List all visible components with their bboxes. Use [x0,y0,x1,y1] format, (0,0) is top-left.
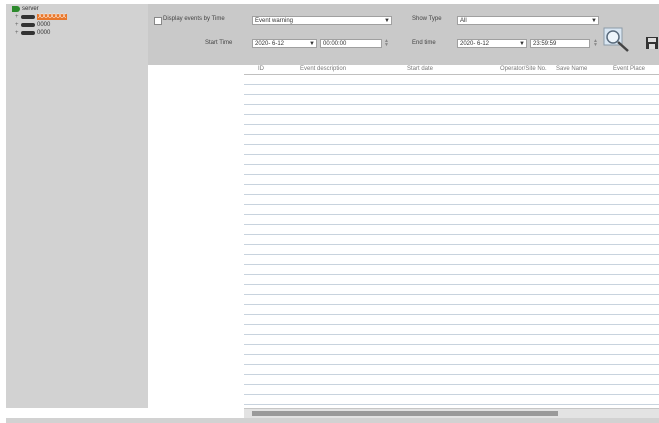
tree-item[interactable]: + XXXXXXX [15,13,68,21]
show-type-value: All [460,18,467,24]
end-time-label: End time [412,40,436,46]
start-clock-value: 00:00:00 [323,41,347,47]
tree-item-label: 0000 [37,22,51,28]
table-row[interactable] [244,314,659,315]
display-by-time-checkbox[interactable] [154,17,162,25]
table-row[interactable] [244,194,659,195]
display-by-time-label: Display events by Time [163,16,225,22]
end-clock-input[interactable]: 23:59:59 [530,39,590,48]
table-row[interactable] [244,264,659,265]
table-row[interactable] [244,254,659,255]
table-row[interactable] [244,134,659,135]
column-header[interactable]: Operator/Site No. [500,66,547,72]
chevron-down-icon[interactable]: ▼ [309,40,315,47]
table-row[interactable] [244,294,659,295]
tree-root[interactable]: server [12,5,39,13]
table-row[interactable] [244,94,659,95]
table-row[interactable] [244,334,659,335]
table-row[interactable] [244,124,659,125]
table-row[interactable] [244,174,659,175]
table-row[interactable] [244,354,659,355]
column-header[interactable]: Event Place [613,66,645,72]
table-row[interactable] [244,344,659,345]
column-header[interactable]: Event description [300,66,346,72]
tree-root-label: server [22,6,39,12]
table-row[interactable] [244,404,659,405]
table-row[interactable] [244,184,659,185]
save-icon[interactable] [645,36,659,50]
tree-item-label: XXXXXXX [37,14,68,20]
table-row[interactable] [244,104,659,105]
event-type-select[interactable]: Event warning ▼ [252,16,392,25]
start-clock-input[interactable]: 00:00:00 [320,39,382,48]
table-row[interactable] [244,144,659,145]
table-row[interactable] [244,394,659,395]
column-header[interactable]: Save Name [556,66,587,72]
chevron-down-icon[interactable]: ▼ [519,40,525,47]
column-header[interactable]: ID [258,66,264,72]
table-row[interactable] [244,364,659,365]
server-icon [12,6,20,12]
event-grid[interactable]: ID Event description Start date Operator… [244,65,659,418]
preview-panel [150,65,243,418]
table-row[interactable] [244,284,659,285]
show-type-label: Show Type [412,16,442,22]
end-clock-spinner[interactable]: ▲ ▼ [592,39,599,48]
end-date-input[interactable]: 2020- 6-12 ▼ [457,39,527,48]
table-row[interactable] [244,154,659,155]
start-time-label: Start Time [205,40,233,46]
device-icon [21,31,35,35]
device-icon [21,15,35,19]
device-tree[interactable] [6,4,148,408]
grid-header: ID Event description Start date Operator… [244,65,659,75]
show-type-select[interactable]: All ▼ [457,16,599,25]
table-row[interactable] [244,84,659,85]
device-icon [21,23,35,27]
status-bar [6,418,659,423]
scrollbar-thumb[interactable] [252,411,558,416]
table-row[interactable] [244,114,659,115]
end-date-value: 2020- 6-12 [460,41,490,47]
search-icon[interactable] [603,27,631,53]
table-row[interactable] [244,214,659,215]
tree-item[interactable]: + 0000 [15,29,50,37]
start-date-value: 2020- 6-12 [255,41,285,47]
table-row[interactable] [244,304,659,305]
chevron-down-icon[interactable]: ▼ [591,17,597,24]
start-clock-spinner[interactable]: ▲ ▼ [383,39,390,48]
tree-item-label: 0000 [37,30,51,36]
table-row[interactable] [244,224,659,225]
chevron-down-icon[interactable]: ▼ [384,17,390,24]
end-clock-value: 23:59:59 [533,41,557,47]
start-date-input[interactable]: 2020- 6-12 ▼ [252,39,317,48]
tree-item[interactable]: + 0000 [15,21,50,29]
table-row[interactable] [244,244,659,245]
table-row[interactable] [244,274,659,275]
table-row[interactable] [244,234,659,235]
table-row[interactable] [244,384,659,385]
table-row[interactable] [244,324,659,325]
column-header[interactable]: Start date [407,66,433,72]
table-row[interactable] [244,374,659,375]
table-row[interactable] [244,204,659,205]
table-row[interactable] [244,164,659,165]
filter-toolbar [148,4,659,65]
event-type-value: Event warning [255,18,294,24]
